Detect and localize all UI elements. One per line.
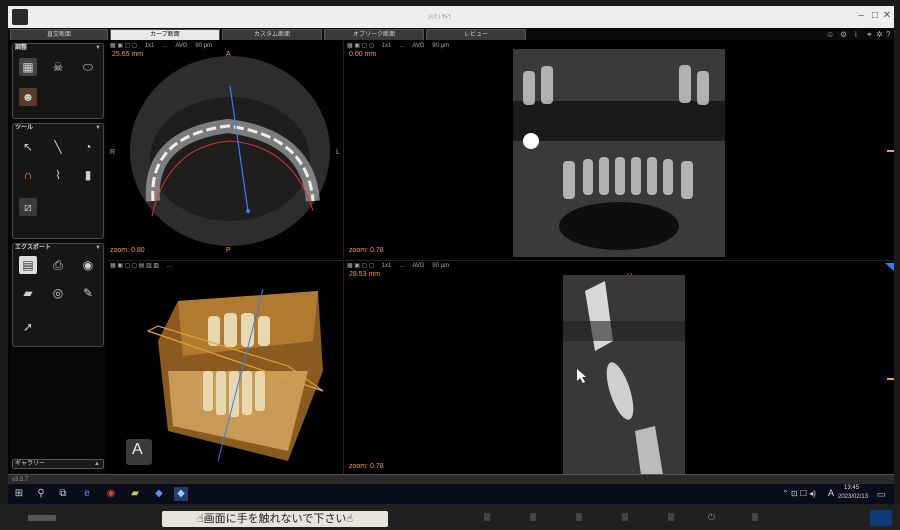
window-title: ｼﾘｱ / ｻﾃﾗ (428, 15, 452, 21)
system-tray-icons[interactable]: ⌃ ⊡ ☐ ◂) (782, 489, 816, 498)
monitor-button[interactable] (752, 513, 758, 521)
gallery-panel[interactable]: ギャラリー ▲ (12, 459, 104, 469)
tools-panel: ツール ▼ ↖ ╲ ◔ ∩ ⌇ ▮ ⧄ (12, 123, 104, 239)
tab-oblique[interactable]: オブリーク断面 (324, 29, 424, 40)
pointer-icon[interactable]: ↖ (19, 138, 37, 156)
tab-bar: 直交断面 カーブ断面 カスタム断面 オブリーク断面 レビュー (8, 28, 894, 40)
monitor-button[interactable] (484, 513, 490, 521)
app-icon[interactable]: ◆ (152, 487, 166, 501)
volume-3d-image (126, 288, 324, 465)
collapse-icon[interactable]: ▼ (95, 124, 101, 133)
orientation-cube-label[interactable]: A (132, 441, 143, 459)
cross-section-image (563, 263, 894, 474)
monitor-bezel (0, 504, 900, 530)
notification-icon[interactable]: ▭ (874, 487, 888, 501)
close-button[interactable]: ✕ (882, 10, 892, 22)
implant-icon[interactable]: ▮ (79, 166, 97, 184)
energy-badge (870, 510, 892, 526)
panoramic-image (513, 49, 894, 257)
tab-orthogonal[interactable]: 直交断面 (10, 29, 108, 40)
monitor-brand-logo (28, 515, 56, 521)
active-app-icon[interactable]: ◆ (174, 487, 188, 501)
ruler-icon[interactable]: ╲ (49, 138, 67, 156)
adjust-panel: 調整 ▼ ▦ ☠ ⬭ ☻ (12, 43, 104, 119)
tooth-icon[interactable]: ⬭ (79, 58, 97, 76)
share-icon[interactable]: ➚ (19, 318, 37, 336)
person-icon[interactable]: ☺ (826, 30, 834, 39)
monitor: ｼﾘｱ / ｻﾃﾗ – □ ✕ 直交断面 カーブ断面 カスタム断面 オブリーク断… (0, 0, 900, 530)
screen: ｼﾘｱ / ｻﾃﾗ – □ ✕ 直交断面 カーブ断面 カスタム断面 オブリーク断… (8, 6, 894, 504)
panoramic-view[interactable]: ▦ ▣ ▢ ◻ 1x1 … AVG 90 µm 0.00 mm zoom: 0.… (345, 41, 894, 259)
gear-icon[interactable]: ⚙ (840, 30, 847, 39)
camera-icon[interactable]: ◉ (79, 256, 97, 274)
collapse-icon[interactable]: ▼ (95, 244, 101, 253)
export-panel: エクスポート ▼ ▤ ⎙ ◉ ▰ ◎ ✎ ➚ (12, 243, 104, 347)
volume-3d-view[interactable]: ▦ ▣ ▢ ◻ ▤ ▥ ▧ … A (108, 260, 344, 474)
edge-icon[interactable]: e (80, 487, 94, 501)
monitor-button[interactable] (622, 513, 628, 521)
file-explorer-icon[interactable]: ▰ (128, 487, 142, 501)
left-sidebar: 調整 ▼ ▦ ☠ ⬭ ☻ ツール ▼ ↖ ╲ ◔ ∩ ⌇ ▮ ⧄ エクスポート ▼ ▤… (10, 41, 106, 474)
collapse-icon[interactable]: ▼ (95, 44, 101, 53)
settings-icon[interactable]: ✲ (876, 30, 883, 39)
clock-time[interactable]: 13:45 (844, 485, 859, 491)
ime-indicator[interactable]: A (828, 488, 834, 498)
tools-panel-title: ツール (15, 125, 34, 131)
3d-head-icon[interactable]: ☻ (19, 88, 37, 106)
tab-review[interactable]: レビュー (426, 29, 526, 40)
app-logo (12, 9, 28, 25)
skull-icon[interactable]: ☠ (49, 58, 67, 76)
arch-curve-icon[interactable]: ∩ (19, 166, 37, 184)
windows-start-icon[interactable]: ⊞ (12, 487, 26, 501)
adjust-panel-title: 調整 (15, 45, 28, 51)
cross-section-view[interactable]: ▦ ▣ ▢ ◻ 1x1 … AVG 90 µm 28.53 mm zoom: 0… (345, 260, 894, 474)
disc-icon[interactable]: ◎ (49, 284, 67, 302)
search-icon[interactable]: ⚲ (34, 487, 48, 501)
task-view-icon[interactable]: ⧉ (56, 487, 70, 501)
nerve-icon[interactable]: ⌇ (49, 166, 67, 184)
tab-custom[interactable]: カスタム断面 (222, 29, 322, 40)
print-icon[interactable]: ⎙ (49, 256, 67, 274)
clock-date[interactable]: 2023/02/13 (838, 494, 868, 500)
gallery-title: ギャラリー (15, 461, 46, 467)
minimize-button[interactable]: – (856, 10, 866, 22)
version-label: v3.5.7 (12, 477, 29, 483)
do-not-touch-sticker: ☝画面に手を触れないで下さい☝ (162, 511, 388, 527)
monitor-button[interactable] (576, 513, 582, 521)
folder-icon[interactable]: ▰ (19, 284, 37, 302)
chrome-icon[interactable]: ◉ (104, 487, 118, 501)
axial-view[interactable]: ▦ ▣ ▢ ◻ 1x1 … AVG 90 µm 25.65 mm A R L z… (108, 41, 344, 259)
info-icon[interactable]: i (855, 30, 857, 39)
maximize-button[interactable]: □ (870, 10, 880, 22)
taskbar: ⊞ ⚲ ⧉ e ◉ ▰ ◆ ◆ ⌃ ⊡ ☐ ◂) A 13:45 2023/02… (8, 484, 894, 504)
expand-icon[interactable]: ▲ (94, 460, 100, 469)
tab-curve[interactable]: カーブ断面 (110, 29, 220, 40)
axial-image (130, 56, 330, 246)
link-icon[interactable]: ⚭ (866, 30, 873, 39)
title-bar: ｼﾘｱ / ｻﾃﾗ – □ ✕ (8, 6, 894, 28)
power-icon[interactable]: ⏻ (708, 512, 715, 523)
eraser-icon[interactable]: ⧄ (19, 198, 37, 216)
angle-icon[interactable]: ◔ (79, 138, 97, 156)
edit-icon[interactable]: ✎ (79, 284, 97, 302)
slice-view-icon[interactable]: ▦ (19, 58, 37, 76)
export-panel-title: エクスポート (15, 245, 51, 251)
monitor-button[interactable] (668, 513, 674, 521)
help-icon[interactable]: ? (886, 30, 890, 39)
status-bar: v3.5.7 (8, 474, 894, 484)
document-icon[interactable]: ▤ (19, 256, 37, 274)
monitor-button[interactable] (530, 513, 536, 521)
